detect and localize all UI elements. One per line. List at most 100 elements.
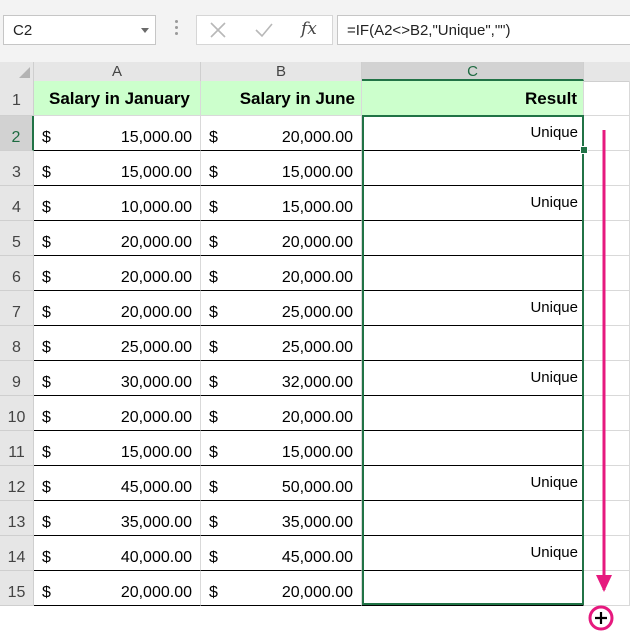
- table-row: $15,000.00 $15,000.00: [34, 431, 630, 466]
- salary-value: 15,000.00: [120, 164, 192, 181]
- cell-a[interactable]: $20,000.00: [34, 256, 201, 291]
- cell-b[interactable]: $20,000.00: [201, 571, 362, 606]
- salary-value: 20,000.00: [120, 304, 192, 321]
- salary-value: 25,000.00: [120, 339, 192, 356]
- empty-cell[interactable]: [584, 291, 630, 326]
- row-header[interactable]: 5: [0, 221, 34, 256]
- row-header[interactable]: 9: [0, 361, 34, 396]
- row-header[interactable]: 11: [0, 431, 34, 466]
- cell-a[interactable]: $20,000.00: [34, 571, 201, 606]
- salary-value: 20,000.00: [120, 234, 192, 251]
- empty-cell[interactable]: [584, 221, 630, 256]
- cell-c[interactable]: [362, 501, 584, 536]
- cell-c[interactable]: Unique: [362, 186, 584, 221]
- column-header-c[interactable]: C: [362, 62, 584, 81]
- cell-c[interactable]: [362, 571, 584, 606]
- cell-c[interactable]: Unique: [362, 291, 584, 326]
- cell-c[interactable]: Unique: [362, 116, 584, 151]
- cell-c[interactable]: [362, 431, 584, 466]
- cell-b[interactable]: $25,000.00: [201, 326, 362, 361]
- empty-cell[interactable]: [584, 431, 630, 466]
- empty-cell[interactable]: [584, 396, 630, 431]
- cell-a[interactable]: $20,000.00: [34, 221, 201, 256]
- salary-value: 15,000.00: [120, 444, 192, 461]
- cell-b[interactable]: $32,000.00: [201, 361, 362, 396]
- empty-cell[interactable]: [584, 501, 630, 536]
- cancel-icon[interactable]: [203, 18, 233, 42]
- empty-cell[interactable]: [584, 151, 630, 186]
- cell-b[interactable]: $15,000.00: [201, 151, 362, 186]
- header-cell-b[interactable]: Salary in June: [201, 81, 362, 116]
- row-header[interactable]: 14: [0, 536, 34, 571]
- empty-cell[interactable]: [584, 361, 630, 396]
- currency-symbol: $: [209, 444, 218, 461]
- empty-cell[interactable]: [584, 81, 630, 116]
- empty-cell[interactable]: [584, 571, 630, 606]
- cell-c[interactable]: [362, 256, 584, 291]
- table-row: $15,000.00 $15,000.00: [34, 151, 630, 186]
- cell-b[interactable]: $20,000.00: [201, 116, 362, 151]
- cell-a[interactable]: $10,000.00: [34, 186, 201, 221]
- cell-a[interactable]: $15,000.00: [34, 431, 201, 466]
- header-cell-c[interactable]: Result: [362, 81, 584, 116]
- row-header[interactable]: 6: [0, 256, 34, 291]
- cell-b[interactable]: $15,000.00: [201, 186, 362, 221]
- name-box[interactable]: C2: [3, 15, 156, 45]
- cell-c[interactable]: [362, 396, 584, 431]
- cell-a[interactable]: $30,000.00: [34, 361, 201, 396]
- cell-c[interactable]: [362, 221, 584, 256]
- cell-c[interactable]: Unique: [362, 466, 584, 501]
- row-header[interactable]: 3: [0, 151, 34, 186]
- select-all-button[interactable]: [0, 62, 34, 81]
- row-header[interactable]: 15: [0, 571, 34, 606]
- insert-function-icon[interactable]: fx: [295, 18, 325, 42]
- cell-a[interactable]: $45,000.00: [34, 466, 201, 501]
- currency-symbol: $: [42, 304, 51, 321]
- row-header[interactable]: 8: [0, 326, 34, 361]
- row-header[interactable]: 12: [0, 466, 34, 501]
- formula-input[interactable]: =IF(A2<>B2,"Unique",""): [337, 15, 630, 45]
- chevron-down-icon[interactable]: [141, 28, 149, 33]
- row-header[interactable]: 7: [0, 291, 34, 326]
- header-cell-a[interactable]: Salary in January: [34, 81, 201, 116]
- currency-symbol: $: [209, 199, 218, 216]
- row-header[interactable]: 2: [0, 116, 34, 151]
- cell-c[interactable]: Unique: [362, 361, 584, 396]
- cell-b[interactable]: $15,000.00: [201, 431, 362, 466]
- row-header[interactable]: 1: [0, 81, 34, 116]
- cell-b[interactable]: $35,000.00: [201, 501, 362, 536]
- currency-symbol: $: [42, 199, 51, 216]
- empty-cell[interactable]: [584, 536, 630, 571]
- empty-cell[interactable]: [584, 326, 630, 361]
- row-header[interactable]: 4: [0, 186, 34, 221]
- cell-c[interactable]: [362, 326, 584, 361]
- cell-a[interactable]: $40,000.00: [34, 536, 201, 571]
- cell-b[interactable]: $25,000.00: [201, 291, 362, 326]
- cell-b[interactable]: $45,000.00: [201, 536, 362, 571]
- enter-check-icon[interactable]: [249, 18, 279, 42]
- row-header[interactable]: 13: [0, 501, 34, 536]
- fill-handle[interactable]: [580, 146, 588, 154]
- empty-cell[interactable]: [584, 186, 630, 221]
- empty-cell[interactable]: [584, 466, 630, 501]
- column-header-d[interactable]: [584, 62, 630, 81]
- cell-b[interactable]: $20,000.00: [201, 221, 362, 256]
- empty-cell[interactable]: [584, 256, 630, 291]
- column-header-b[interactable]: B: [201, 62, 362, 81]
- cell-c[interactable]: [362, 151, 584, 186]
- cell-a[interactable]: $15,000.00: [34, 116, 201, 151]
- cell-b[interactable]: $20,000.00: [201, 256, 362, 291]
- cell-b[interactable]: $20,000.00: [201, 396, 362, 431]
- row-header[interactable]: 10: [0, 396, 34, 431]
- cell-a[interactable]: $15,000.00: [34, 151, 201, 186]
- cell-a[interactable]: $25,000.00: [34, 326, 201, 361]
- cell-a[interactable]: $35,000.00: [34, 501, 201, 536]
- cell-b[interactable]: $50,000.00: [201, 466, 362, 501]
- cell-c[interactable]: Unique: [362, 536, 584, 571]
- cell-a[interactable]: $20,000.00: [34, 291, 201, 326]
- cell-a[interactable]: $20,000.00: [34, 396, 201, 431]
- table-row: $35,000.00 $35,000.00: [34, 501, 630, 536]
- column-header-a[interactable]: A: [34, 62, 201, 81]
- empty-cell[interactable]: [584, 116, 630, 151]
- table-row: $20,000.00 $20,000.00: [34, 571, 630, 606]
